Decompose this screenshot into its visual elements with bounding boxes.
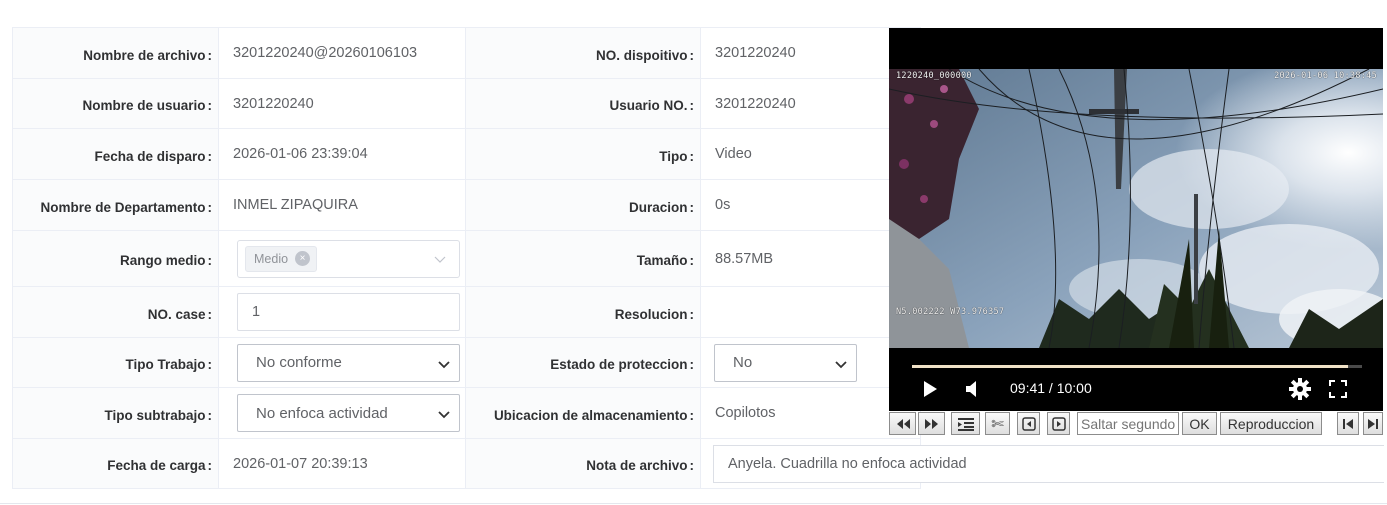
device-no-label: NO. dispoitivo: — [465, 27, 701, 79]
scissors-icon: ✄ — [991, 415, 1004, 433]
storage-value: Copilotos — [700, 387, 921, 439]
case-no-input-value: 1 — [252, 304, 261, 320]
resolution-label: Resolucion: — [465, 286, 701, 338]
department-value: INMEL ZIPAQUIRA — [218, 179, 466, 231]
work-type-label: Tipo Trabajo: — [12, 337, 219, 388]
playback-button-label: Reproduccion — [1227, 415, 1315, 432]
file-note-label: Nota de archivo: — [465, 438, 701, 489]
rewind-button[interactable] — [889, 412, 916, 435]
size-label: Tamaño: — [465, 230, 701, 287]
file-details-table: Nombre de archivo: 3201220240@2026010610… — [12, 27, 921, 489]
file-name-value: 3201220240@20260106103 — [218, 27, 466, 79]
video-player[interactable]: 1220240_000000 2026-01-06 10:38:45 N5.00… — [889, 28, 1383, 411]
chevron-down-icon — [438, 360, 450, 368]
next-frame-button[interactable] — [1047, 412, 1070, 435]
table-row: Nombre de archivo: 3201220240@2026010610… — [12, 27, 921, 79]
upload-date-label: Fecha de carga: — [12, 438, 219, 489]
table-row: NO. case: 1 Resolucion: — [12, 286, 921, 338]
case-no-input[interactable]: 1 — [237, 293, 460, 331]
tag-close-icon[interactable]: × — [295, 251, 311, 266]
skip-start-icon — [1343, 418, 1353, 429]
video-overlay-timestamp: 2026-01-06 10:38:45 — [1274, 71, 1377, 81]
protection-select[interactable]: No — [714, 343, 857, 382]
settings-gear-icon[interactable] — [1289, 378, 1311, 400]
table-row: Rango medio: Medio × Tamaño: 88.57MB — [12, 230, 921, 287]
video-time: 09:41 / 10:00 — [1010, 380, 1092, 396]
media-range-label: Rango medio: — [12, 230, 219, 287]
type-value: Video — [700, 128, 921, 180]
shot-date-value: 2026-01-06 23:39:04 — [218, 128, 466, 180]
rewind-icon — [896, 418, 910, 429]
video-progress-bar[interactable] — [912, 365, 1362, 368]
protection-select-value: No — [733, 354, 753, 371]
protection-label: Estado de proteccion: — [465, 337, 701, 388]
user-name-value: 3201220240 — [218, 78, 466, 129]
upload-date-value: 2026-01-07 20:39:13 — [218, 438, 466, 489]
case-no-cell: 1 — [218, 286, 466, 338]
file-name-label: Nombre de archivo: — [12, 27, 219, 79]
work-subtype-cell: No enfoca actividad — [218, 387, 466, 439]
shot-date-label: Fecha de disparo: — [12, 128, 219, 180]
department-label: Nombre de Departamento: — [12, 179, 219, 231]
video-overlay-id: 1220240_000000 — [896, 71, 972, 81]
list-icon — [957, 417, 974, 431]
prev-frame-icon — [1021, 416, 1036, 431]
skip-start-button[interactable] — [1337, 412, 1359, 435]
bottom-divider — [0, 503, 1387, 504]
work-subtype-select[interactable]: No enfoca actividad — [237, 394, 460, 432]
table-row: Nombre de Departamento: INMEL ZIPAQUIRA … — [12, 179, 921, 231]
skip-end-button[interactable] — [1363, 412, 1383, 435]
table-row: Fecha de disparo: 2026-01-06 23:39:04 Ti… — [12, 128, 921, 180]
video-progress-fill — [912, 365, 1349, 368]
volume-icon[interactable] — [965, 380, 981, 398]
chevron-down-icon — [835, 360, 847, 368]
media-range-select[interactable]: Medio × — [237, 239, 460, 278]
chevron-down-icon — [438, 411, 450, 419]
work-subtype-select-value: No enfoca actividad — [256, 404, 388, 422]
ok-button-label: OK — [1189, 415, 1210, 432]
prev-frame-button[interactable] — [1017, 412, 1040, 435]
duration-label: Duracion: — [465, 179, 701, 231]
resolution-value — [700, 286, 921, 338]
cut-button[interactable]: ✄ — [985, 412, 1010, 435]
chevron-down-icon — [434, 256, 446, 263]
work-type-select-value: No conforme — [256, 354, 342, 371]
size-value: 88.57MB — [700, 230, 921, 287]
ok-button[interactable]: OK — [1182, 412, 1217, 435]
file-note-input[interactable]: Anyela. Cuadrilla no enfoca actividad — [713, 445, 1384, 483]
media-range-tag: Medio × — [245, 245, 318, 272]
player-toolbar: ✄ OK Reproduccion — [889, 411, 1383, 438]
play-icon[interactable] — [922, 380, 938, 398]
protection-cell: No — [700, 337, 921, 388]
fullscreen-icon[interactable] — [1329, 380, 1347, 398]
work-subtype-label: Tipo subtrabajo: — [12, 387, 219, 439]
seek-seconds-input[interactable] — [1077, 412, 1179, 435]
table-row: Tipo subtrabajo: No enfoca actividad Ubi… — [12, 387, 921, 439]
fast-forward-icon — [924, 418, 938, 429]
list-button[interactable] — [951, 412, 980, 435]
file-note-input-value: Anyela. Cuadrilla no enfoca actividad — [728, 456, 967, 472]
work-type-select[interactable]: No conforme — [237, 343, 460, 382]
case-no-label: NO. case: — [12, 286, 219, 338]
table-row: Nombre de usuario: 3201220240 Usuario NO… — [12, 78, 921, 129]
video-overlay-gps: N5.002222 W73.976357 — [896, 307, 1005, 317]
media-range-cell: Medio × — [218, 230, 466, 287]
skip-end-icon — [1368, 418, 1378, 429]
next-frame-icon — [1051, 416, 1066, 431]
device-no-value: 3201220240 — [700, 27, 921, 79]
playback-button[interactable]: Reproduccion — [1220, 412, 1322, 435]
media-range-tag-label: Medio — [254, 251, 289, 266]
type-label: Tipo: — [465, 128, 701, 180]
user-no-label: Usuario NO.: — [465, 78, 701, 129]
fast-forward-button[interactable] — [918, 412, 945, 435]
duration-value: 0s — [700, 179, 921, 231]
storage-label: Ubicacion de almacenamiento: — [465, 387, 701, 439]
table-row: Tipo Trabajo: No conforme Estado de prot… — [12, 337, 921, 388]
user-name-label: Nombre de usuario: — [12, 78, 219, 129]
user-no-value: 3201220240 — [700, 78, 921, 129]
work-type-cell: No conforme — [218, 337, 466, 388]
